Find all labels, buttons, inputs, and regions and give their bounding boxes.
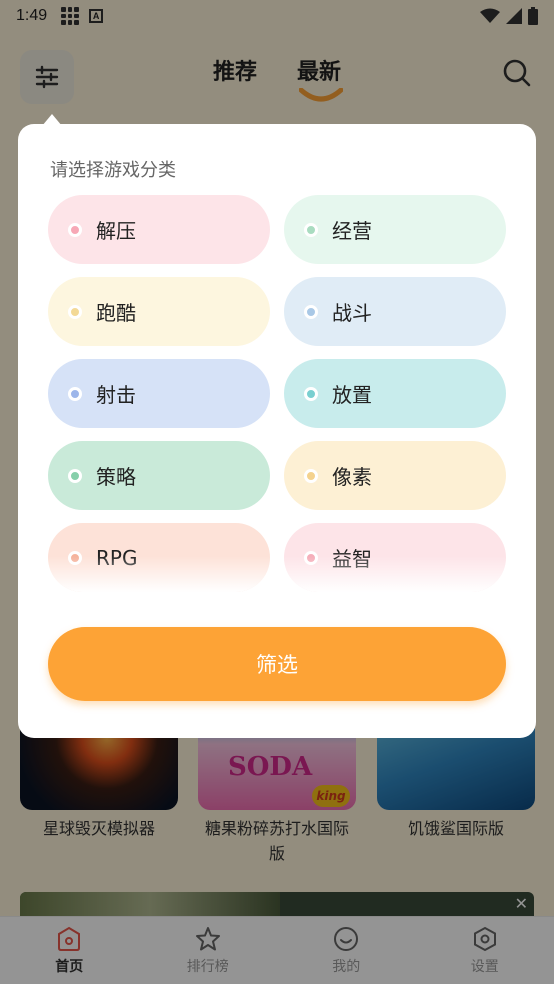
radio-dot-icon — [68, 386, 82, 401]
category-option[interactable]: 解压 — [48, 195, 270, 264]
category-option[interactable]: 像素 — [284, 441, 506, 510]
category-option[interactable]: 射击 — [48, 359, 270, 428]
category-label: 射击 — [96, 383, 136, 407]
category-label: 放置 — [332, 383, 372, 407]
category-option[interactable]: 跑酷 — [48, 277, 270, 346]
category-label: 跑酷 — [96, 301, 136, 325]
radio-dot-icon — [304, 550, 318, 565]
radio-dot-icon — [304, 386, 318, 401]
category-label: 战斗 — [332, 301, 372, 325]
category-label: 经营 — [332, 219, 372, 243]
radio-dot-icon — [68, 550, 82, 565]
radio-dot-icon — [68, 222, 82, 237]
popup-arrow — [42, 114, 62, 126]
category-option[interactable]: 经营 — [284, 195, 506, 264]
category-filter-popup: 请选择游戏分类 解压 经营跑酷 战斗射击 放置策略 像素 RPG 益智 筛选 — [18, 114, 536, 738]
category-option[interactable]: 战斗 — [284, 277, 506, 346]
radio-dot-icon — [304, 468, 318, 483]
category-option[interactable]: RPG — [48, 523, 270, 592]
category-label: 解压 — [96, 219, 136, 243]
category-label: 益智 — [332, 547, 372, 571]
radio-dot-icon — [304, 222, 318, 237]
category-option[interactable]: 放置 — [284, 359, 506, 428]
category-label: 策略 — [96, 465, 136, 489]
category-label: 像素 — [332, 465, 372, 489]
category-option[interactable]: 策略 — [48, 441, 270, 510]
popup-title: 请选择游戏分类 — [50, 160, 176, 181]
radio-dot-icon — [68, 468, 82, 483]
radio-dot-icon — [304, 304, 318, 319]
category-grid: 解压 经营跑酷 战斗射击 放置策略 像素 RPG 益智 — [48, 195, 506, 592]
category-label: RPG — [96, 545, 138, 570]
category-option[interactable]: 益智 — [284, 523, 506, 592]
filter-submit-button[interactable]: 筛选 — [48, 627, 506, 701]
radio-dot-icon — [68, 304, 82, 319]
